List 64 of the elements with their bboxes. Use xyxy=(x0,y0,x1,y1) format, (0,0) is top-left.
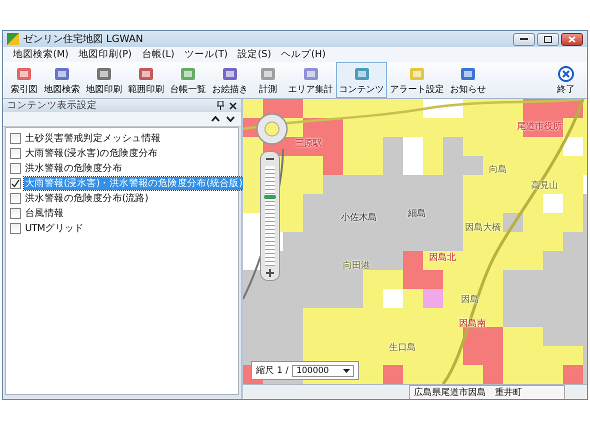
close-button[interactable] xyxy=(561,32,583,46)
map-label: 因島南 xyxy=(459,318,486,330)
exit-button[interactable]: 終了 xyxy=(549,62,583,98)
toolbar-button[interactable]: アラート設定 xyxy=(387,62,447,98)
caret-icon xyxy=(342,368,350,372)
content-layer-item[interactable]: 台風情報 xyxy=(24,207,65,220)
map-label: 因島北 xyxy=(429,252,456,264)
toolbar-button[interactable]: 範囲印刷 xyxy=(125,62,167,98)
toolbar-button[interactable]: お知らせ xyxy=(447,62,489,98)
close-icon xyxy=(568,36,576,42)
content-layer-item[interactable]: 大雨警報(浸水害)の危険度分布 xyxy=(24,147,159,160)
menu-item[interactable]: ヘルプ(H) xyxy=(281,48,326,61)
checkbox[interactable] xyxy=(10,208,21,219)
toolbar-button[interactable]: お絵描き xyxy=(209,62,251,98)
window-title: ゼンリン住宅地図 LGWAN xyxy=(23,32,144,46)
minimize-icon xyxy=(520,38,528,40)
toolbar-button[interactable]: 索引図 xyxy=(7,62,41,98)
close-icon xyxy=(556,64,576,82)
maximize-icon xyxy=(544,36,552,42)
menu-item[interactable]: ツール(T) xyxy=(184,48,228,61)
app-icon xyxy=(7,33,19,45)
maximize-button[interactable] xyxy=(537,32,559,46)
checkbox[interactable] xyxy=(10,178,21,189)
toolbar-button[interactable]: 地図検索 xyxy=(41,62,83,98)
toolbar-button[interactable]: 計測 xyxy=(251,62,285,98)
panel-title: コンテンツ表示設定 xyxy=(7,99,98,112)
toolbar-button[interactable]: 地図印刷 xyxy=(83,62,125,98)
content-layer-item[interactable]: 土砂災害警戒判定メッシュ情報 xyxy=(24,132,162,145)
zoom-slider[interactable] xyxy=(260,151,280,281)
map-label: 向島 xyxy=(489,164,507,176)
toolbar-button[interactable]: 台帳一覧 xyxy=(167,62,209,98)
content-layer-item[interactable]: UTMグリッド xyxy=(24,222,85,235)
map-label: 細島 xyxy=(408,208,426,220)
zoom-slider-thumb[interactable] xyxy=(264,195,276,199)
map-label: 向田港 xyxy=(343,260,370,272)
chevron-up-icon[interactable] xyxy=(211,116,220,122)
menu-item[interactable]: 地図印刷(P) xyxy=(78,48,132,61)
checkbox[interactable] xyxy=(10,223,21,234)
chevron-down-icon[interactable] xyxy=(226,116,235,122)
zoom-in-icon[interactable] xyxy=(265,268,275,278)
checkbox[interactable] xyxy=(10,133,21,144)
pin-icon[interactable] xyxy=(217,101,224,110)
toolbar-button[interactable]: エリア集計 xyxy=(285,62,336,98)
map-label: 三原駅 xyxy=(295,138,322,150)
minimize-button[interactable] xyxy=(513,32,535,46)
location-field: 広島県尾道市因島 重井町 xyxy=(409,384,565,399)
menu-item[interactable]: 設定(S) xyxy=(238,48,272,61)
checkbox[interactable] xyxy=(10,193,21,204)
map-label: 小佐木島 xyxy=(341,212,377,224)
content-layer-item[interactable]: 洪水警報の危険度分布(流路) xyxy=(24,192,150,205)
content-layer-item[interactable]: 洪水警報の危険度分布 xyxy=(24,162,124,175)
map-label: 生口島 xyxy=(389,342,416,354)
map-label: 因島大橋 xyxy=(465,222,501,234)
close-icon[interactable] xyxy=(229,102,237,110)
menu-item[interactable]: 地図検索(M) xyxy=(13,48,69,61)
checkbox[interactable] xyxy=(10,148,21,159)
checkmark-icon xyxy=(11,179,20,188)
checkbox[interactable] xyxy=(10,163,21,174)
toolbar-button[interactable]: コンテンツ xyxy=(336,62,387,98)
map-label: 因島 xyxy=(461,294,479,306)
menu-item[interactable]: 台帳(L) xyxy=(142,48,174,61)
scale-label: 縮尺 1 / xyxy=(256,364,288,377)
scale-dropdown[interactable]: 100000 xyxy=(292,364,354,376)
map-label: 高見山 xyxy=(531,180,558,192)
